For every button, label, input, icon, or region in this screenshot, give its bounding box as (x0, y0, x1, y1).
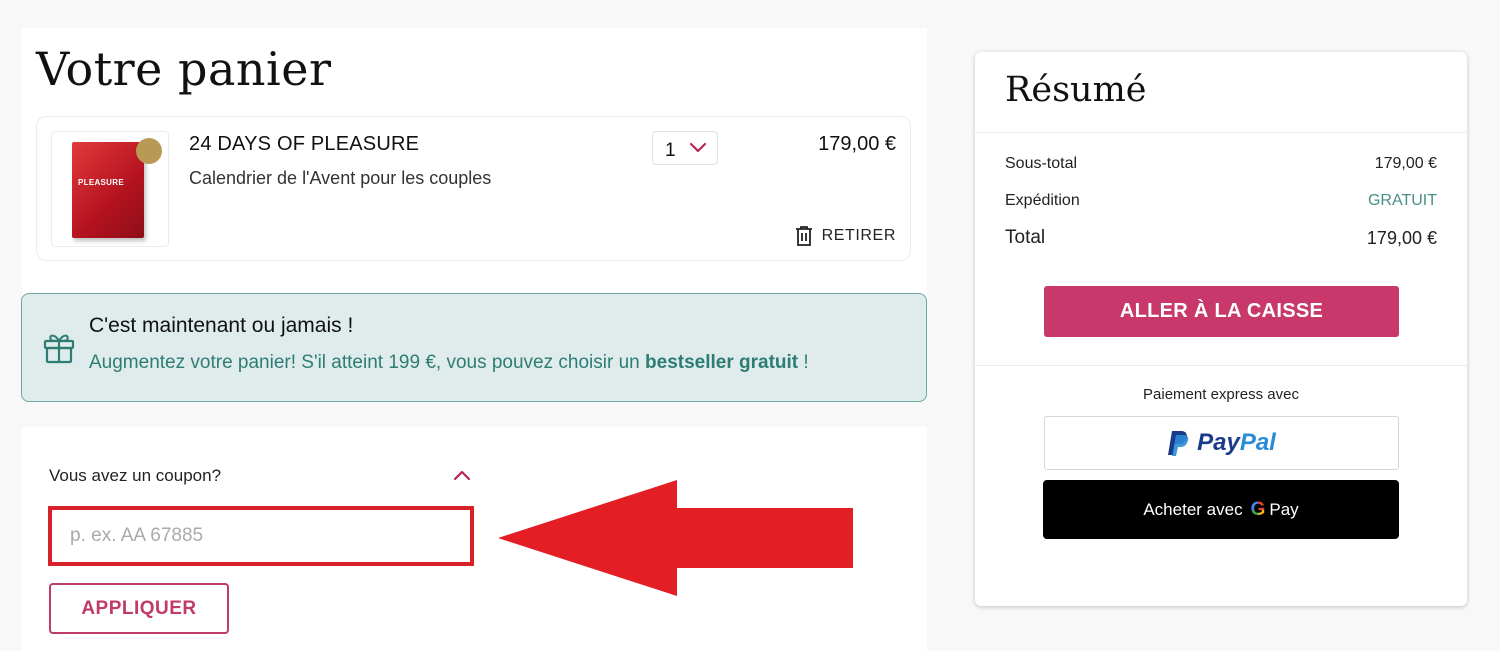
chevron-down-icon (689, 142, 707, 153)
page-title: Votre panier (36, 42, 332, 96)
promo-title: C'est maintenant ou jamais ! (89, 314, 354, 337)
shipping-value: GRATUIT (1367, 192, 1437, 209)
annotation-arrow (498, 480, 853, 596)
gpay-pay-text: Pay (1269, 499, 1299, 519)
gift-icon (43, 334, 75, 364)
promo-bold-text: bestseller gratuit (645, 352, 799, 373)
paypal-wordmark: PayPal (1197, 429, 1276, 456)
chevron-up-icon[interactable] (452, 468, 472, 482)
product-description: Calendrier de l'Avent pour les couples (189, 168, 492, 188)
shipping-label: Expédition (1005, 192, 1080, 209)
subtotal-value: 179,00 € (1374, 155, 1437, 172)
apply-coupon-button[interactable]: APPLIQUER (49, 583, 229, 634)
total-label: Total (1005, 227, 1046, 248)
product-thumbnail[interactable]: PLEASURE (51, 131, 169, 247)
product-image-text: PLEASURE (78, 178, 124, 187)
paypal-logo-icon (1168, 431, 1189, 456)
google-pay-button[interactable]: Acheter avec G Pay (1043, 480, 1399, 539)
subtotal-label: Sous-total (1005, 155, 1078, 172)
product-box-image: PLEASURE (72, 142, 144, 238)
paypal-button[interactable]: PayPal (1044, 416, 1399, 470)
coupon-label[interactable]: Vous avez un coupon? (49, 466, 221, 486)
total-value: 179,00 € (1366, 228, 1437, 248)
gpay-prefix: Acheter avec (1143, 499, 1243, 519)
product-seal-badge (136, 138, 162, 164)
google-g-icon: G (1250, 498, 1266, 520)
order-summary: Résumé Sous-total 179,00 € Expédition GR… (975, 52, 1467, 606)
quantity-value: 1 (665, 140, 676, 161)
remove-label: RETIRER (821, 227, 896, 244)
remove-item-button[interactable]: RETIRER (794, 225, 896, 247)
coupon-input[interactable] (48, 506, 474, 566)
summary-title: Résumé (1005, 70, 1147, 110)
divider (975, 365, 1467, 366)
product-price: 179,00 € (818, 133, 896, 155)
promo-text: Augmentez votre panier! S'il atteint 199… (89, 352, 809, 373)
express-payment-label: Paiement express avec (1143, 386, 1299, 403)
quantity-select[interactable]: 1 (652, 131, 718, 165)
product-name[interactable]: 24 DAYS OF PLEASURE (189, 133, 419, 156)
divider (975, 132, 1467, 133)
cart-item: PLEASURE 24 DAYS OF PLEASURE Calendrier … (36, 116, 911, 261)
checkout-button[interactable]: ALLER À LA CAISSE (1044, 286, 1399, 337)
promo-banner: C'est maintenant ou jamais ! Augmentez v… (21, 293, 927, 402)
trash-icon (795, 226, 812, 246)
